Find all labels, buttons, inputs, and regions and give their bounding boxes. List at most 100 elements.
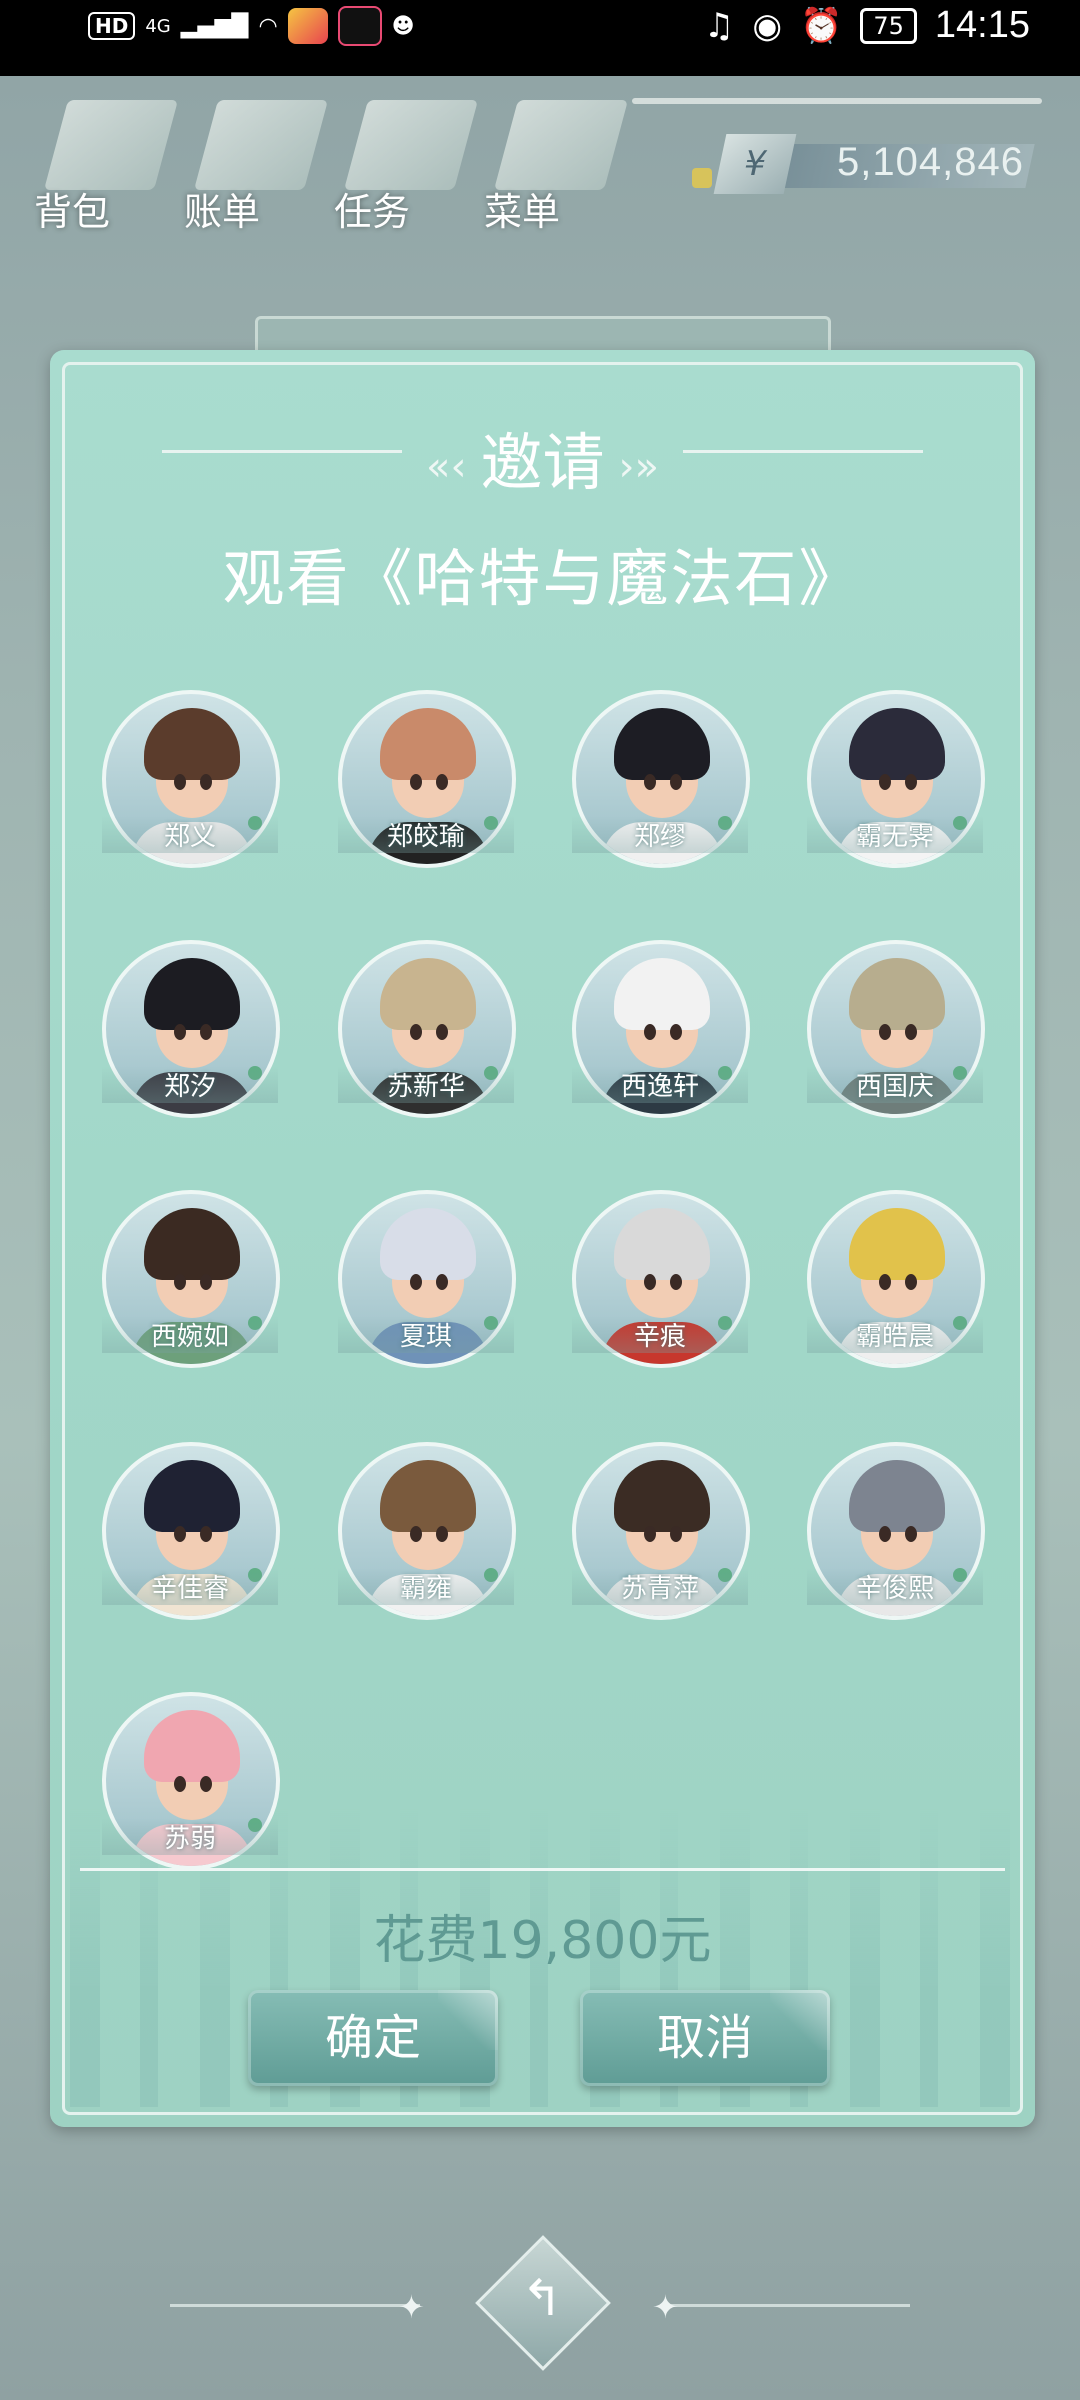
friend-name: 西婉如 [102, 1316, 278, 1353]
task-icon [343, 100, 479, 190]
button-shine [770, 1990, 830, 2050]
avatar-hair [144, 708, 240, 780]
avatar-hair [144, 1710, 240, 1782]
friend-avatar[interactable]: 霸无霁 [807, 690, 985, 868]
friend-avatar[interactable]: 苏青萍 [572, 1442, 750, 1620]
friend-avatar[interactable]: 西逸轩 [572, 940, 750, 1118]
menu-button[interactable]: 菜单 [484, 86, 629, 236]
friend-name: 郑皎瑜 [338, 816, 514, 853]
friend-name: 郑汐 [102, 1066, 278, 1103]
top-game-bar: 背包 账单 任务 菜单 ¥ 5,104,846 [0, 76, 1080, 236]
dialog-title: «‹ 邀请 ›» [50, 412, 1035, 502]
friend-name: 辛痕 [572, 1316, 748, 1353]
friend-avatar[interactable]: 郑皎瑜 [338, 690, 516, 868]
avatar-eye [905, 774, 917, 790]
avatar-eye [905, 1526, 917, 1542]
friend-name: 辛俊熙 [807, 1568, 983, 1605]
friend-name: 霸无霁 [807, 816, 983, 853]
friend-avatar[interactable]: 辛痕 [572, 1190, 750, 1368]
avatar-eye [436, 1024, 448, 1040]
menu-icon [493, 100, 629, 190]
eye-icon: ◉ [752, 5, 783, 46]
avatar-eye [670, 1024, 682, 1040]
friend-avatar[interactable]: 霸雍 [338, 1442, 516, 1620]
friend-avatar[interactable]: 辛俊熙 [807, 1442, 985, 1620]
avatar-hair [849, 1460, 945, 1532]
friend-name: 西逸轩 [572, 1066, 748, 1103]
friend-avatar[interactable]: 西婉如 [102, 1190, 280, 1368]
sparkle-icon: ✦ [652, 2288, 679, 2326]
friend-name: 霸皓晨 [807, 1316, 983, 1353]
avatar-eye [436, 1526, 448, 1542]
clock: 14:15 [934, 4, 1030, 46]
wifi-icon: ◠ [258, 13, 278, 39]
back-arrow-icon[interactable]: ↰ [510, 2266, 574, 2330]
avatar-hair [614, 1208, 710, 1280]
button-shine [438, 1990, 498, 2050]
confirm-label: 确定 [324, 2010, 421, 2066]
bill-button[interactable]: 账单 [184, 86, 329, 236]
avatar-eye [174, 1024, 186, 1040]
friend-avatar[interactable]: 郑义 [102, 690, 280, 868]
cancel-label: 取消 [656, 2010, 753, 2066]
dialog-subtitle: 观看《哈特与魔法石》 [222, 542, 863, 615]
signal-icon: ▂▄▆█ [180, 13, 249, 39]
tiktok-icon [337, 6, 382, 46]
friend-avatar[interactable]: 夏琪 [338, 1190, 516, 1368]
friend-name: 夏琪 [338, 1316, 514, 1353]
avatar-hair [380, 958, 476, 1030]
invite-dialog: «‹ 邀请 ›» 观看《哈特与魔法石》 郑义 郑皎瑜 郑缪 霸无霁郑汐 苏新华 西逸轩 西国庆西… [50, 350, 1035, 2127]
friend-avatar[interactable]: 郑缪 [572, 690, 750, 868]
avatar-eye [410, 774, 422, 790]
avatar-eye [200, 1526, 212, 1542]
avatar-eye [410, 1274, 422, 1290]
dialog-title-text: 邀请 [480, 426, 605, 499]
alarm-icon: ⏰ [800, 5, 843, 46]
avatar-eye [436, 774, 448, 790]
confirm-button[interactable]: 确定 [248, 1990, 498, 2086]
money-value: 5,104,846 [837, 140, 1024, 184]
friend-name: 郑缪 [572, 816, 748, 853]
avatar-hair [849, 958, 945, 1030]
avatar-eye [879, 1274, 891, 1290]
menu-label: 菜单 [484, 190, 561, 234]
friend-name: 郑义 [102, 816, 278, 853]
avatar-hair [144, 1460, 240, 1532]
qq-icon: ☻ [391, 13, 415, 39]
task-label: 任务 [334, 190, 411, 234]
avatar-eye [200, 1024, 212, 1040]
bottom-line-right [660, 2304, 910, 2307]
cancel-button[interactable]: 取消 [580, 1990, 830, 2086]
status-right: ♫ ◉ ⏰ 75 14:15 [704, 4, 1030, 47]
avatar-eye [644, 1274, 656, 1290]
avatar-hair [380, 1208, 476, 1280]
avatar-eye [644, 1024, 656, 1040]
friend-avatar[interactable]: 霸皓晨 [807, 1190, 985, 1368]
avatar-hair [144, 958, 240, 1030]
avatar-eye [410, 1024, 422, 1040]
network-label: 4G [145, 15, 171, 37]
avatar-eye [200, 1776, 212, 1792]
avatar-eye [174, 1526, 186, 1542]
avatar-hair [849, 1208, 945, 1280]
money-display: ¥ 5,104,846 [692, 134, 1035, 196]
friend-avatar[interactable]: 西国庆 [807, 940, 985, 1118]
friend-avatar[interactable]: 郑汐 [102, 940, 280, 1118]
avatar-hair [380, 1460, 476, 1532]
sparkle-icon: ✦ [398, 2288, 425, 2326]
avatar-hair [614, 958, 710, 1030]
avatar-eye [879, 1526, 891, 1542]
battery-icon: 75 [860, 7, 917, 44]
friend-avatar[interactable]: 苏弱 [102, 1692, 280, 1870]
friend-avatar[interactable]: 苏新华 [338, 940, 516, 1118]
hd-badge: HD [88, 12, 136, 40]
avatar-eye [436, 1274, 448, 1290]
top-divider [632, 98, 1042, 104]
friend-name: 苏青萍 [572, 1568, 748, 1605]
friend-avatar[interactable]: 辛佳睿 [102, 1442, 280, 1620]
friend-name: 苏新华 [338, 1066, 514, 1103]
avatar-eye [905, 1024, 917, 1040]
backpack-label: 背包 [34, 190, 111, 234]
task-button[interactable]: 任务 [334, 86, 479, 236]
backpack-button[interactable]: 背包 [34, 86, 179, 236]
